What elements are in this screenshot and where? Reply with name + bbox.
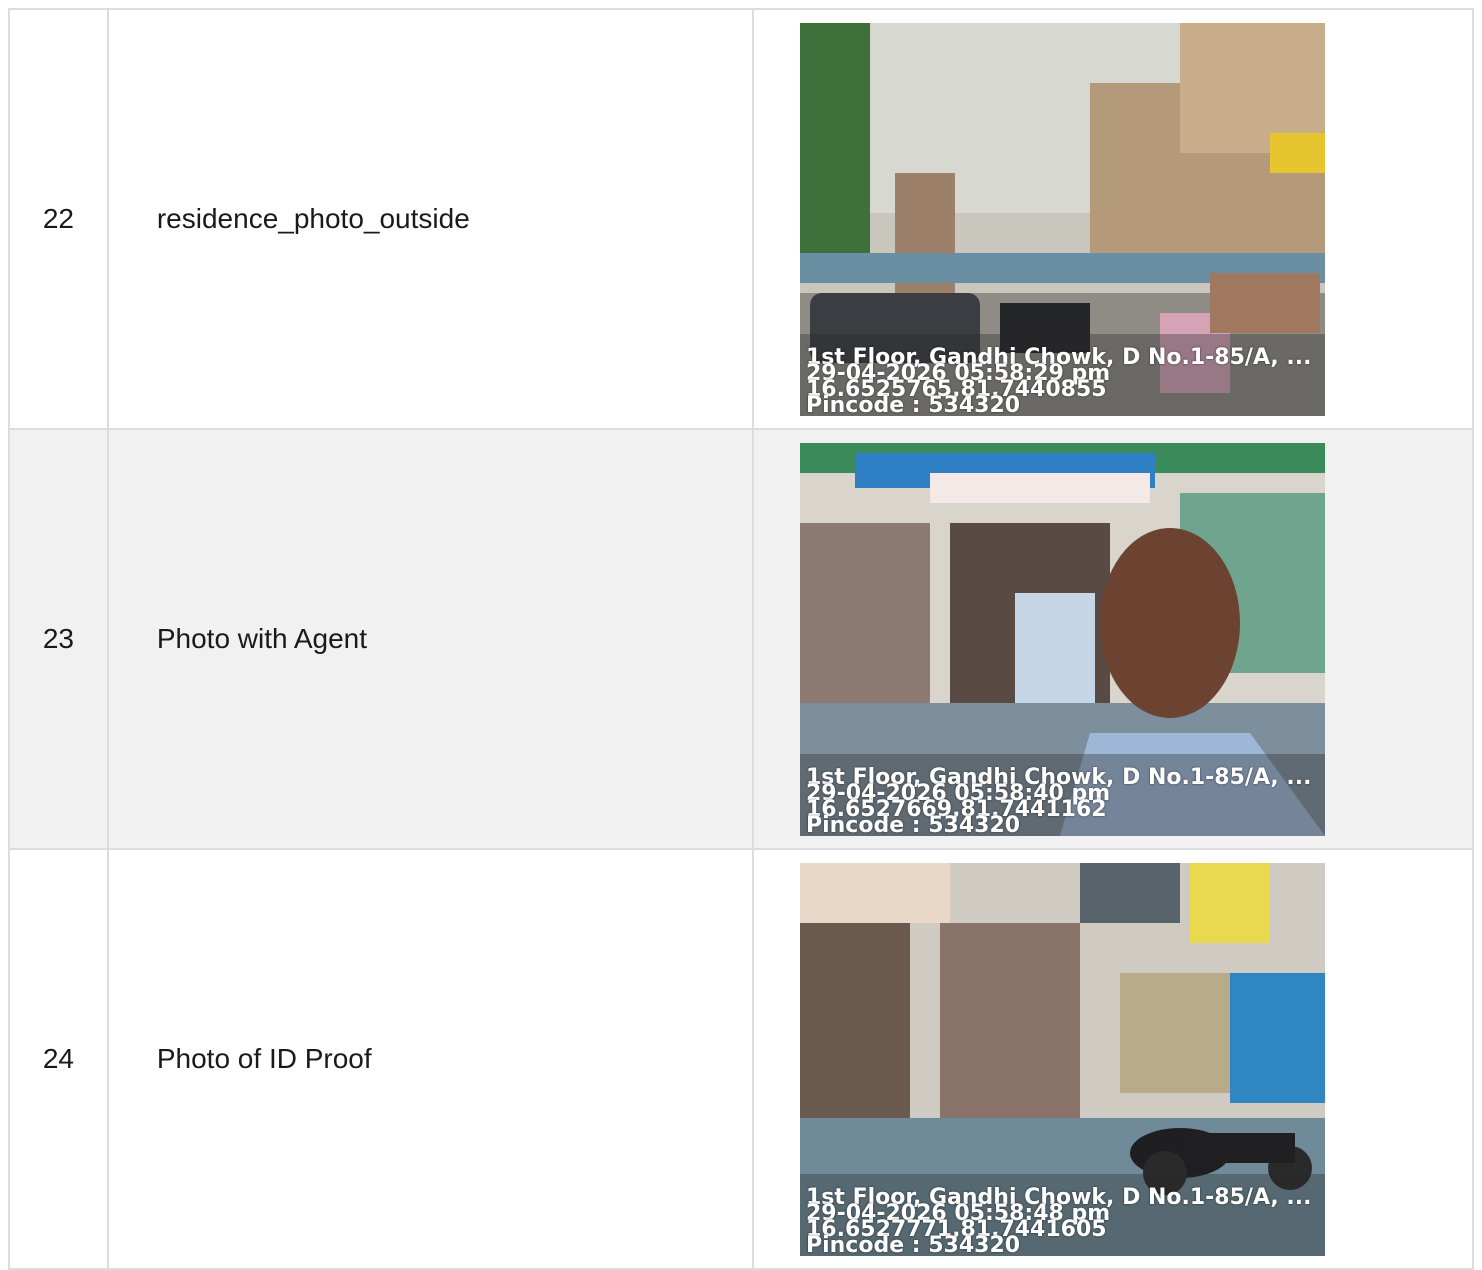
- residence-photo[interactable]: 1st Floor, Gandhi Chowk, D No.1-85/A, ..…: [799, 22, 1325, 416]
- table-row: 23 Photo with Agent 1st Floor, Gandhi Ch…: [10, 430, 1474, 850]
- photo-cell: 1st Floor, Gandhi Chowk, D No.1-85/A, ..…: [754, 10, 1474, 428]
- photo-cell: 1st Floor, Gandhi Chowk, D No.1-85/A, ..…: [754, 850, 1474, 1268]
- row-index: 22: [10, 10, 109, 428]
- photo-stamp: 1st Floor, Gandhi Chowk, D No.1-85/A, ..…: [806, 766, 1312, 836]
- id-proof-photo[interactable]: 1st Floor, Gandhi Chowk, D No.1-85/A, ..…: [799, 862, 1325, 1256]
- agent-photo[interactable]: 1st Floor, Gandhi Chowk, D No.1-85/A, ..…: [799, 442, 1325, 836]
- table-row: 22 residence_photo_outside 1st Floor, Ga…: [10, 10, 1474, 430]
- row-label: Photo of ID Proof: [109, 850, 754, 1268]
- row-label: Photo with Agent: [109, 430, 754, 848]
- photo-stamp: 1st Floor, Gandhi Chowk, D No.1-85/A, ..…: [806, 346, 1312, 416]
- photo-stamp: 1st Floor, Gandhi Chowk, D No.1-85/A, ..…: [806, 1186, 1312, 1256]
- photo-cell: 1st Floor, Gandhi Chowk, D No.1-85/A, ..…: [754, 430, 1474, 848]
- table-row: 24 Photo of ID Proof 1st Floor, Gandhi C…: [10, 850, 1474, 1270]
- photo-table: 22 residence_photo_outside 1st Floor, Ga…: [8, 8, 1474, 1270]
- row-index: 23: [10, 430, 109, 848]
- row-index: 24: [10, 850, 109, 1268]
- row-label: residence_photo_outside: [109, 10, 754, 428]
